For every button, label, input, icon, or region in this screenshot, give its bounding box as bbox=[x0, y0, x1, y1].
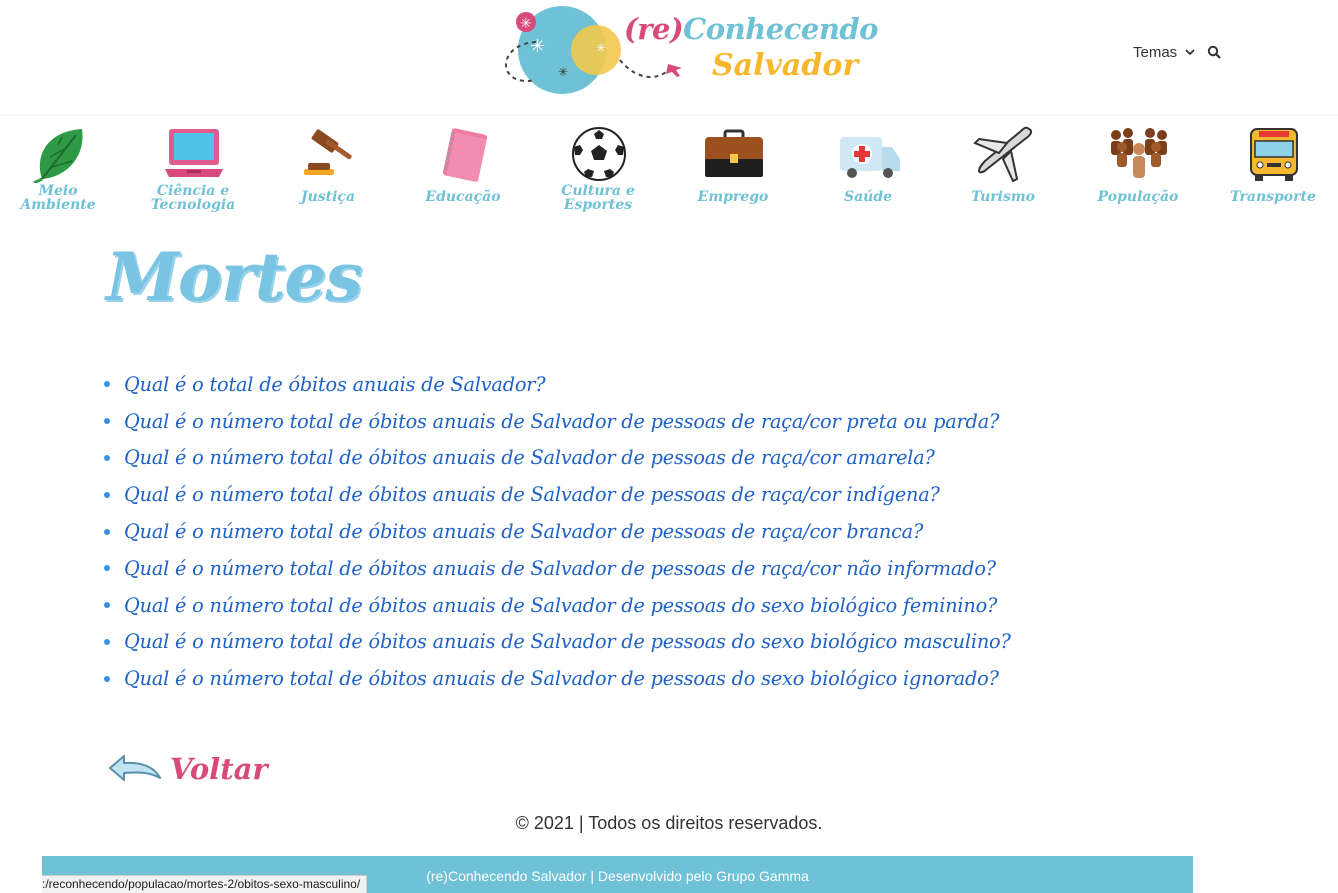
bullet-icon bbox=[104, 638, 110, 645]
category-label: Ciência e Tecnologia bbox=[150, 183, 236, 213]
category-meio-ambiente[interactable]: Meio Ambiente bbox=[3, 122, 113, 217]
category-label: Educação bbox=[425, 189, 501, 205]
status-bar-url: :/reconhecendo/populacao/mortes-2/obitos… bbox=[42, 875, 368, 893]
soccer-ball-icon bbox=[572, 127, 626, 181]
briefcase-icon bbox=[705, 129, 763, 177]
category-turismo[interactable]: Turismo bbox=[948, 122, 1058, 217]
list-item: Qual é o número total de óbitos anuais d… bbox=[104, 513, 1011, 550]
category-educacao[interactable]: Educação bbox=[408, 122, 518, 217]
bullet-icon bbox=[104, 454, 110, 461]
bullet-icon bbox=[104, 491, 110, 498]
svg-text:✳: ✳ bbox=[530, 36, 545, 57]
list-item: Qual é o número total de óbitos anuais d… bbox=[104, 403, 1011, 440]
logo-text-line1: (re)Conhecendo bbox=[624, 12, 879, 46]
people-icon bbox=[1111, 128, 1167, 178]
back-arrow-icon bbox=[109, 755, 161, 781]
list-item: Qual é o número total de óbitos anuais d… bbox=[104, 440, 1011, 477]
page-title: Mortes bbox=[106, 238, 362, 316]
question-link[interactable]: Qual é o número total de óbitos anuais d… bbox=[124, 483, 940, 506]
question-link[interactable]: Qual é o total de óbitos anuais de Salva… bbox=[124, 373, 546, 396]
site-logo[interactable]: ✳ ✳ ✳ ✳ (re)Conhecendo Salvador bbox=[496, 4, 879, 98]
laptop-icon bbox=[165, 129, 223, 177]
category-populacao[interactable]: População bbox=[1083, 122, 1193, 217]
temas-label: Temas bbox=[1133, 43, 1178, 61]
question-link[interactable]: Qual é o número total de óbitos anuais d… bbox=[124, 630, 1011, 653]
category-nav: Meio Ambiente Ciência e Tecnologia Justiça… bbox=[0, 122, 1338, 222]
category-label: População bbox=[1097, 189, 1179, 205]
category-justica[interactable]: Justiça bbox=[273, 122, 383, 217]
search-icon[interactable] bbox=[1207, 45, 1221, 59]
back-label: Voltar bbox=[170, 752, 268, 786]
leaf-icon bbox=[33, 129, 83, 183]
list-item: Qual é o número total de óbitos anuais d… bbox=[104, 624, 1011, 661]
copyright-text: © 2021 | Todos os direitos reservados. bbox=[515, 813, 823, 833]
category-label: Emprego bbox=[697, 189, 769, 205]
svg-text:✳: ✳ bbox=[596, 41, 606, 55]
notebook-icon bbox=[442, 128, 488, 182]
question-link[interactable]: Qual é o número total de óbitos anuais d… bbox=[124, 594, 997, 617]
category-emprego[interactable]: Emprego bbox=[678, 122, 788, 217]
category-label: Transporte bbox=[1230, 189, 1316, 205]
category-cultura-esportes[interactable]: Cultura e Esportes bbox=[543, 122, 653, 217]
temas-menu-button[interactable]: Temas bbox=[1133, 44, 1195, 61]
bullet-icon bbox=[104, 528, 110, 535]
airplane-icon bbox=[973, 126, 1033, 183]
bullet-icon bbox=[104, 418, 110, 425]
list-item: Qual é o número total de óbitos anuais d… bbox=[104, 660, 1011, 697]
ambulance-icon bbox=[840, 137, 900, 178]
header-nav: Temas bbox=[1133, 40, 1221, 64]
site-header: ✳ ✳ ✳ ✳ (re)Conhecendo Salvador Temas bbox=[0, 0, 1338, 116]
list-item: Qual é o número total de óbitos anuais d… bbox=[104, 476, 1011, 513]
bullet-icon bbox=[104, 381, 110, 388]
logo-word1: Conhecendo bbox=[683, 12, 879, 46]
gavel-icon bbox=[304, 129, 352, 175]
question-link[interactable]: Qual é o número total de óbitos anuais d… bbox=[124, 667, 999, 690]
category-label: Cultura e Esportes bbox=[561, 183, 635, 213]
question-list: Qual é o total de óbitos anuais de Salva… bbox=[104, 366, 1011, 697]
bullet-icon bbox=[104, 602, 110, 609]
logo-text-line2: Salvador bbox=[712, 48, 859, 83]
chevron-down-icon bbox=[1185, 49, 1195, 56]
bullet-icon bbox=[104, 565, 110, 572]
logo-prefix: (re) bbox=[624, 12, 684, 46]
list-item: Qual é o número total de óbitos anuais d… bbox=[104, 587, 1011, 624]
question-link[interactable]: Qual é o número total de óbitos anuais d… bbox=[124, 446, 935, 469]
category-transporte[interactable]: Transporte bbox=[1218, 122, 1328, 217]
category-label: Meio Ambiente bbox=[20, 183, 96, 213]
bullet-icon bbox=[104, 675, 110, 682]
svg-text:✳: ✳ bbox=[558, 65, 568, 79]
bus-icon bbox=[1250, 128, 1298, 181]
question-link[interactable]: Qual é o número total de óbitos anuais d… bbox=[124, 410, 999, 433]
back-link[interactable]: Voltar bbox=[106, 752, 268, 786]
category-label: Justiça bbox=[300, 189, 356, 205]
category-ciencia-tecnologia[interactable]: Ciência e Tecnologia bbox=[138, 122, 248, 217]
list-item: Qual é o número total de óbitos anuais d… bbox=[104, 550, 1011, 587]
question-link[interactable]: Qual é o número total de óbitos anuais d… bbox=[124, 557, 996, 580]
category-saude[interactable]: Saúde bbox=[813, 122, 923, 217]
list-item: Qual é o total de óbitos anuais de Salva… bbox=[104, 366, 1011, 403]
category-label: Saúde bbox=[843, 189, 893, 205]
svg-text:✳: ✳ bbox=[520, 16, 532, 32]
category-label: Turismo bbox=[970, 189, 1036, 205]
question-link[interactable]: Qual é o número total de óbitos anuais d… bbox=[124, 520, 923, 543]
